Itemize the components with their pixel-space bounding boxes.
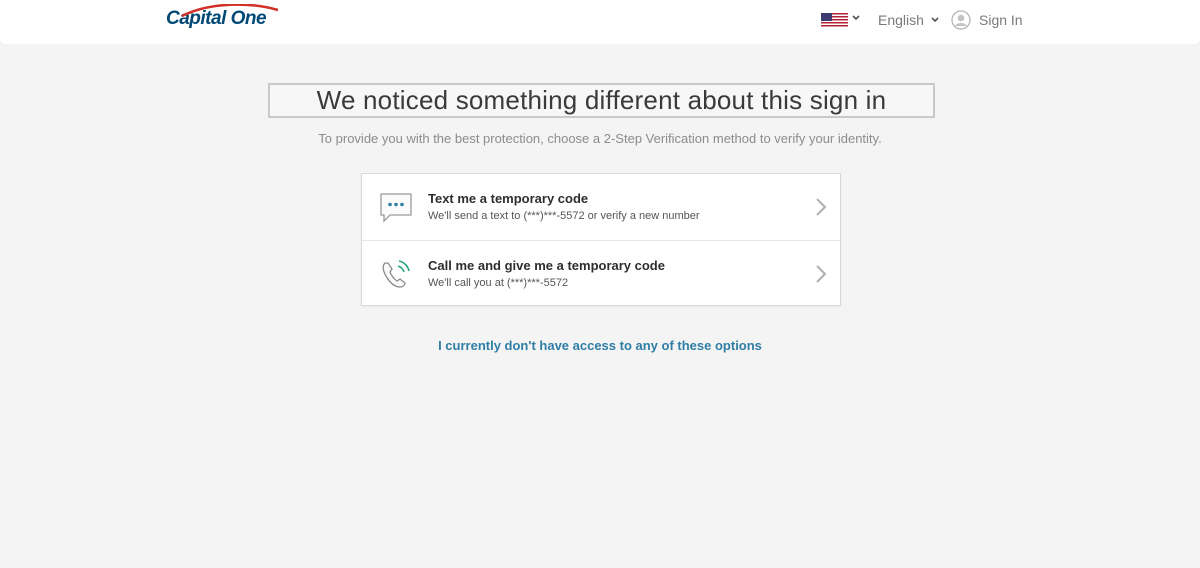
headline-box: We noticed something different about thi…: [268, 83, 935, 118]
capital-one-logo[interactable]: Capital One: [166, 4, 279, 36]
phone-call-icon: [382, 260, 410, 288]
language-label: English: [878, 12, 924, 28]
no-access-link[interactable]: I currently don't have access to any of …: [438, 338, 762, 353]
option-description: We'll send a text to (***)***-5572 or ve…: [428, 210, 700, 222]
no-access-container: I currently don't have access to any of …: [0, 337, 1200, 355]
option-description: We'll call you at (***)***-5572: [428, 277, 569, 289]
user-icon: [951, 10, 971, 30]
us-flag-icon: [821, 13, 848, 28]
chat-bubble-icon: [380, 193, 412, 223]
sign-in-button[interactable]: Sign In: [951, 10, 1023, 30]
sign-in-label: Sign In: [979, 12, 1023, 28]
chevron-right-icon: [816, 198, 827, 216]
instruction-text: To provide you with the best protection,…: [318, 131, 882, 146]
language-selector[interactable]: English: [878, 12, 940, 28]
option-title: Text me a temporary code: [428, 191, 589, 206]
verification-options: Text me a temporary code We'll send a te…: [361, 173, 841, 306]
flag-selector[interactable]: [821, 13, 848, 28]
chevron-down-icon: [931, 17, 939, 23]
page-title: We noticed something different about thi…: [316, 85, 887, 115]
chevron-down-icon[interactable]: [851, 13, 861, 23]
chevron-right-icon: [816, 265, 827, 283]
option-title: Call me and give me a temporary code: [428, 258, 665, 273]
call-code-option[interactable]: Call me and give me a temporary code We'…: [362, 240, 840, 306]
top-header: Capital One English Sign In: [0, 0, 1200, 44]
logo-swoosh-icon: [181, 4, 279, 18]
text-code-option[interactable]: Text me a temporary code We'll send a te…: [362, 174, 840, 240]
